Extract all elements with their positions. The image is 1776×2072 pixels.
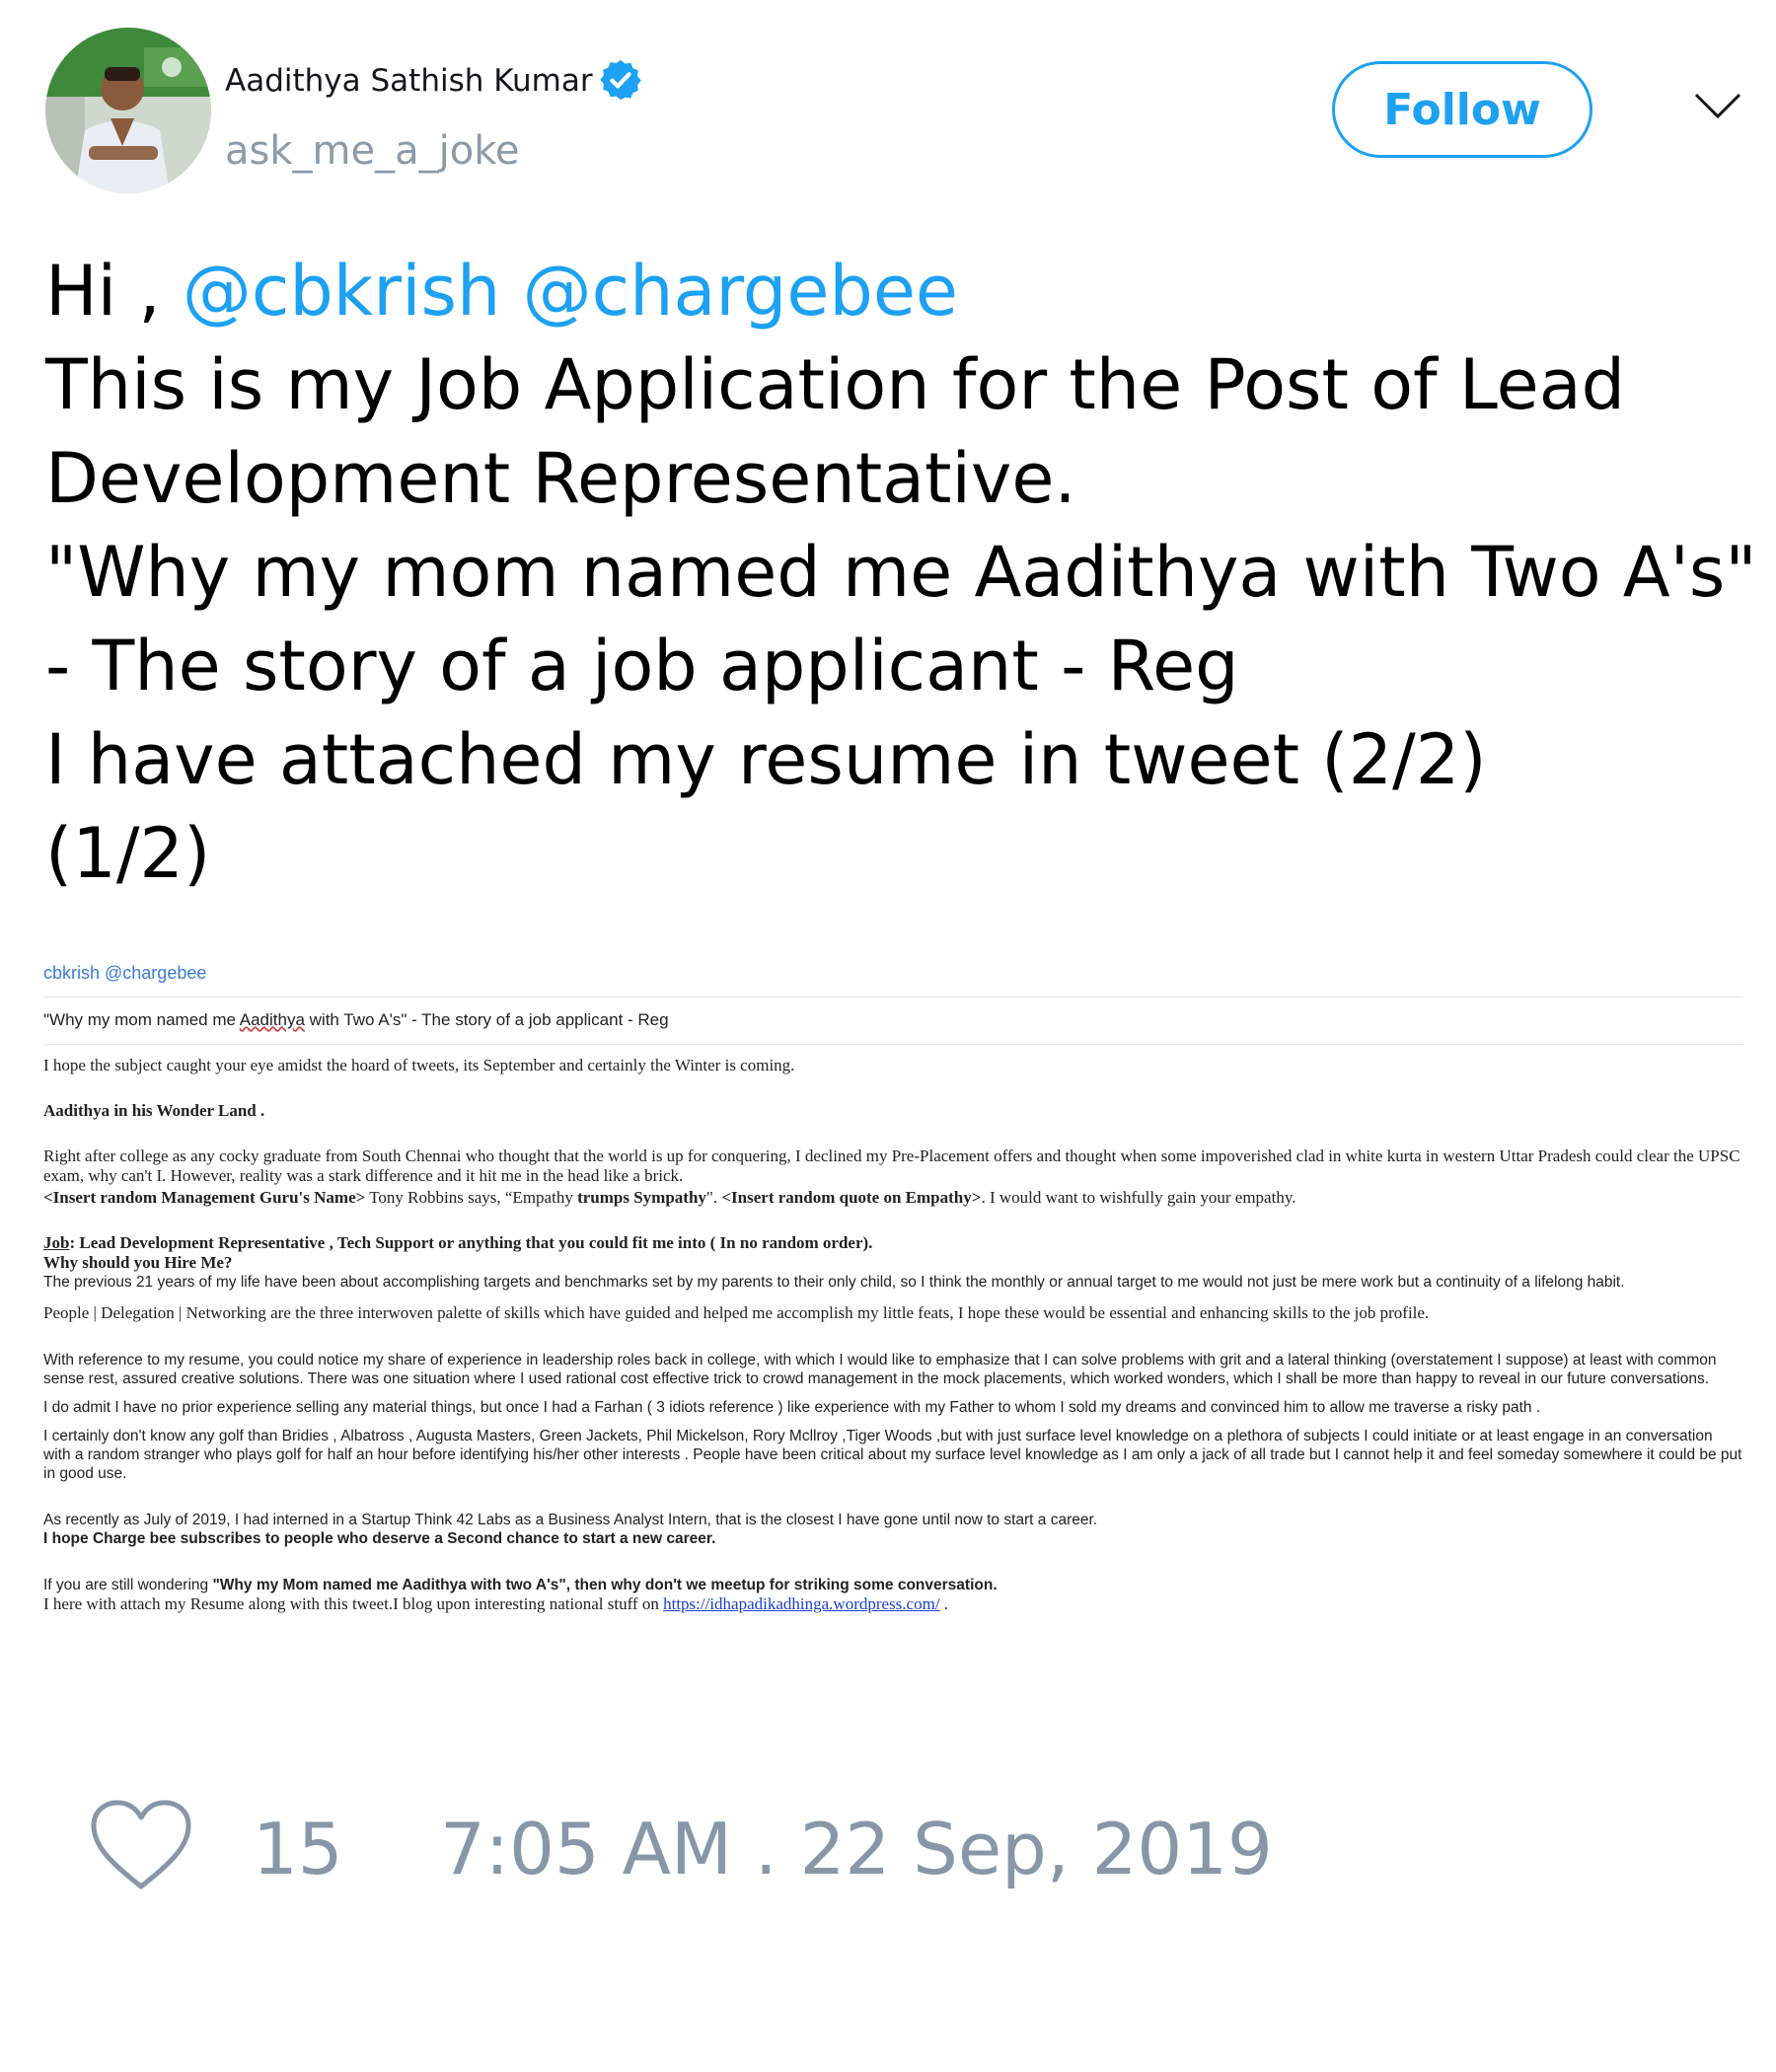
email-paragraph: I do admit I have no prior experience se…: [43, 1399, 1541, 1416]
email-paragraph: I hope the subject caught your eye amids…: [43, 1056, 795, 1074]
attachment-subject: "Why my mom named me Aadithya with Two A…: [43, 1010, 669, 1030]
profile-photo: [45, 28, 211, 193]
email-bold: trumps Sympathy: [577, 1188, 706, 1207]
tweet-line-3: Development Representative.: [45, 438, 1076, 519]
email-bold: <Insert random Management Guru's Name>: [43, 1188, 366, 1207]
email-heading: Why should you Hire Me?: [43, 1253, 233, 1272]
email-paragraph: I here with attach my Resume along with …: [43, 1594, 1742, 1614]
tweet-text: Hi , @cbkrish @chargebee This is my Job …: [45, 245, 1757, 901]
divider: [43, 997, 1742, 998]
email-job-line: Job: Lead Development Representative , T…: [43, 1233, 1742, 1253]
tweet-line-7: (1/2): [45, 813, 211, 894]
attached-image[interactable]: cbkrish @chargebee "Why my mom named me …: [39, 947, 1746, 1717]
like-count[interactable]: 15: [253, 1808, 343, 1890]
tweet-line-5: - The story of a job applicant - Reg: [45, 626, 1239, 706]
blog-link[interactable]: https://idhapadikadhinga.wordpress.com/: [663, 1594, 939, 1613]
tweet-timestamp[interactable]: 7:05 AM . 22 Sep, 2019: [440, 1808, 1273, 1890]
author-name[interactable]: Aadithya Sathish Kumar: [225, 63, 593, 99]
email-text: : Lead Development Representative , Tech…: [69, 1233, 873, 1252]
email-paragraph: People | Delegation | Networking are the…: [43, 1303, 1430, 1322]
email-paragraph: Right after college as any cocky graduat…: [43, 1147, 1740, 1185]
tweet-line-1: Hi , @cbkrish @chargebee: [45, 245, 1752, 338]
avatar[interactable]: [45, 28, 211, 193]
email-paragraph: With reference to my resume, you could n…: [43, 1352, 1717, 1387]
heart-icon[interactable]: [89, 1798, 193, 1892]
email-bold: "Why my Mom named me Aadithya with two A…: [212, 1577, 998, 1593]
mention-cbkrish[interactable]: @cbkrish: [183, 251, 501, 332]
email-text: . I would want to wishfully gain your em…: [981, 1188, 1296, 1207]
follow-button[interactable]: Follow: [1332, 61, 1592, 158]
attachment-body: I hope the subject caught your eye amids…: [43, 1056, 1742, 1614]
attachment-recipients: cbkrish @chargebee: [43, 963, 207, 983]
email-text: I here with attach my Resume along with …: [43, 1594, 664, 1613]
email-paragraph: As recently as July of 2019, I had inter…: [43, 1512, 1098, 1528]
email-paragraph: If you are still wondering "Why my Mom n…: [43, 1576, 1742, 1594]
verified-badge-icon: [600, 59, 641, 101]
email-bold: <Insert random quote on Empathy>: [721, 1188, 982, 1207]
email-paragraph: I certainly don't know any golf than Bri…: [43, 1428, 1742, 1482]
tweet-line-4: "Why my mom named me Aadithya with Two A…: [45, 532, 1757, 613]
email-paragraph: <Insert random Management Guru's Name> T…: [43, 1188, 1742, 1208]
email-text: .: [939, 1594, 949, 1613]
mention-chargebee[interactable]: @chargebee: [523, 251, 958, 332]
email-job-label: Job: [43, 1233, 70, 1252]
email-paragraph: The previous 21 years of my life have be…: [43, 1274, 1625, 1291]
greeting: Hi ,: [45, 251, 183, 332]
email-text: ".: [705, 1188, 722, 1207]
email-text: Tony Robbins says, “Empathy: [365, 1188, 578, 1207]
tweet-line-6: I have attached my resume in tweet (2/2): [45, 719, 1487, 800]
email-paragraph: I hope Charge bee subscribes to people w…: [43, 1530, 716, 1547]
tweet-line-2: This is my Job Application for the Post …: [45, 344, 1626, 425]
chevron-down-icon[interactable]: [1693, 91, 1742, 120]
author-handle[interactable]: ask_me_a_joke: [225, 128, 520, 174]
email-heading: Aadithya in his Wonder Land .: [43, 1101, 265, 1120]
divider: [43, 1044, 1742, 1045]
subject-part: with Two A's" - The story of a job appli…: [304, 1010, 669, 1029]
subject-misspelled-word: Aadithya: [239, 1010, 305, 1029]
email-text: If you are still wondering: [43, 1577, 213, 1593]
subject-part: "Why my mom named me: [43, 1010, 240, 1029]
